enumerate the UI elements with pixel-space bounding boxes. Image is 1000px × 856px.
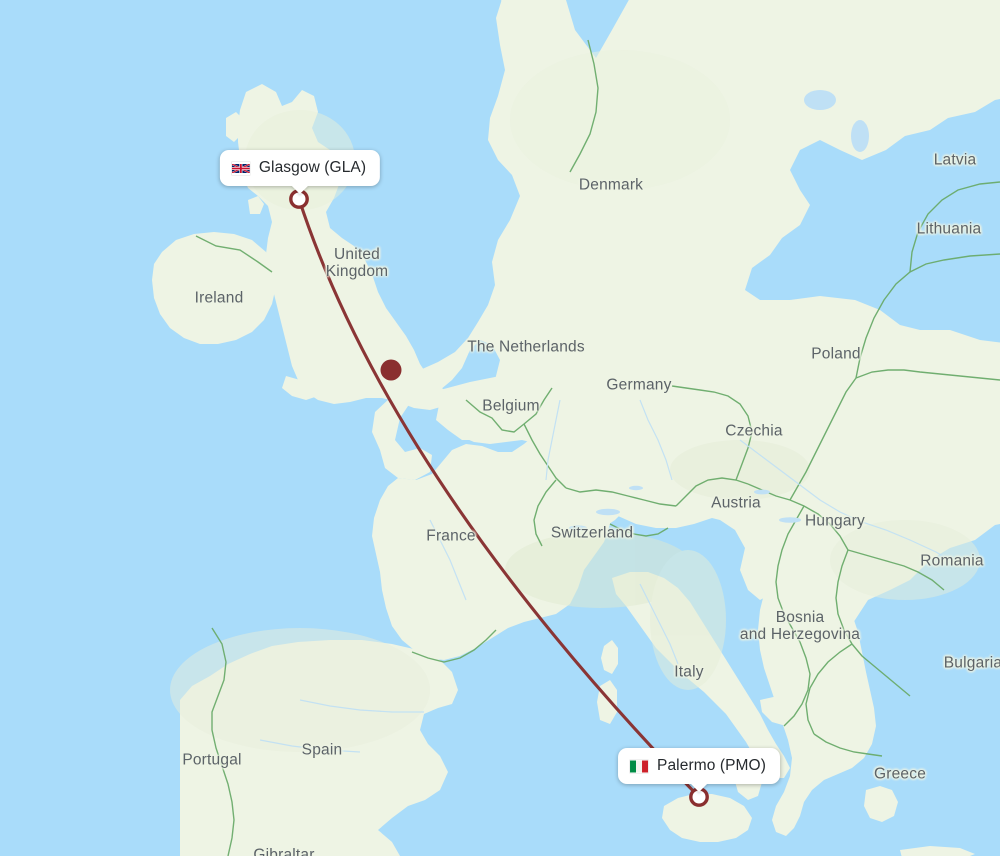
it-flag-icon [630, 760, 649, 772]
origin-pill-pointer [291, 185, 309, 194]
origin-airport-label[interactable]: Glasgow (GLA) [219, 150, 381, 194]
flight-route-map[interactable]: Ireland United Kingdom Denmark Latvia Lithua… [0, 0, 1000, 856]
waypoint-marker[interactable] [380, 359, 402, 381]
gb-flag-icon [231, 163, 250, 173]
destination-pill-pointer [689, 783, 708, 792]
origin-airport-text: Glasgow (GLA) [258, 159, 367, 176]
airport-markers-layer [289, 189, 709, 807]
destination-airport-text: Palermo (PMO) [657, 757, 766, 774]
destination-airport-label[interactable]: Palermo (PMO) [618, 748, 780, 792]
